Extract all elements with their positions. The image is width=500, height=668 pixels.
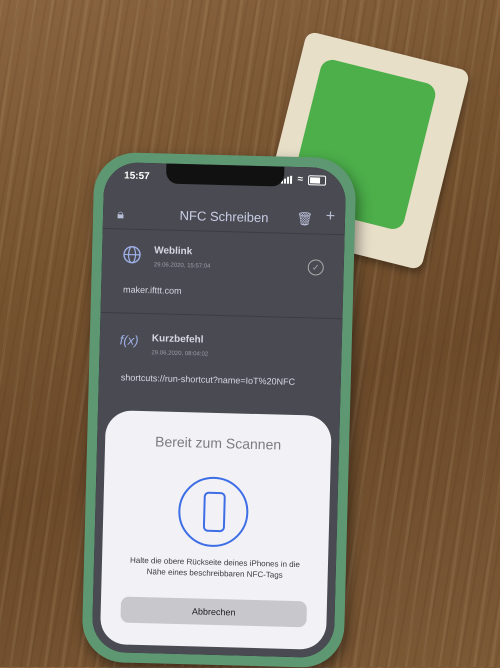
battery-icon bbox=[308, 175, 326, 185]
phone-screen: 15:57 ≈ 🔒︎ NFC Schreiben 🗑︎ + bbox=[92, 162, 347, 658]
record-date: 29.06.2020, 15:57:04 bbox=[154, 262, 211, 269]
record-shortcut[interactable]: f(x) Kurzbefehl 29.06.2020, 08:04:02 sho… bbox=[98, 322, 342, 398]
status-icons: ≈ bbox=[280, 174, 326, 186]
nfc-scan-icon bbox=[177, 476, 249, 548]
scan-instruction: Halte die obere Rückseite deines iPhones… bbox=[122, 555, 309, 582]
trash-icon[interactable]: 🗑︎ bbox=[296, 211, 313, 227]
record-title: Weblink bbox=[154, 245, 192, 257]
wifi-icon: ≈ bbox=[297, 174, 303, 185]
record-content: shortcuts://run-shortcut?name=IoT%20NFC bbox=[121, 372, 296, 387]
scan-sheet: Bereit zum Scannen Halte die obere Rücks… bbox=[100, 410, 332, 650]
record-title: Kurzbefehl bbox=[152, 333, 204, 345]
notch bbox=[166, 164, 284, 187]
record-content: maker.ifttt.com bbox=[123, 284, 182, 296]
record-date: 29.06.2020, 08:04:02 bbox=[151, 350, 208, 357]
iphone-icon bbox=[203, 492, 226, 533]
status-time: 15:57 bbox=[124, 170, 150, 182]
cancel-button[interactable]: Abbrechen bbox=[120, 597, 307, 628]
checkmark-icon: ✓ bbox=[308, 259, 324, 275]
record-weblink[interactable]: Weblink 29.06.2020, 15:57:04 ✓ maker.ift… bbox=[101, 234, 345, 319]
globe-icon bbox=[122, 244, 143, 265]
function-icon: f(x) bbox=[119, 332, 140, 353]
scan-sheet-title: Bereit zum Scannen bbox=[105, 432, 331, 454]
add-icon[interactable]: + bbox=[326, 208, 336, 226]
navigation-bar: 🔒︎ NFC Schreiben 🗑︎ + bbox=[103, 198, 346, 235]
phone: 15:57 ≈ 🔒︎ NFC Schreiben 🗑︎ + bbox=[81, 152, 356, 668]
